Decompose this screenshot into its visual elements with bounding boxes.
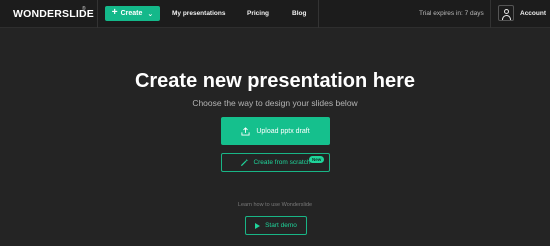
create-button-label: Create	[120, 10, 143, 17]
upload-icon	[241, 126, 250, 136]
page-title: Create new presentation here	[134, 70, 416, 92]
new-badge: New	[309, 156, 325, 163]
magic-wand-icon	[241, 158, 249, 167]
learn-how-text[interactable]: Learn how to use Wonderslide	[0, 202, 550, 208]
upload-pptx-button[interactable]: Upload pptx draft	[221, 117, 330, 145]
scratch-button-label: Create from scratch	[253, 159, 311, 166]
header-divider	[97, 0, 98, 28]
header-divider	[490, 0, 491, 28]
registered-mark: ®	[82, 6, 86, 12]
demo-button-label: Start demo	[265, 222, 297, 229]
page-subtitle: Choose the way to design your slides bel…	[192, 98, 358, 108]
nav-my-presentations[interactable]: My presentations	[172, 10, 225, 17]
account-link[interactable]: Account	[520, 10, 546, 17]
upload-button-label: Upload pptx draft	[256, 127, 310, 135]
trial-status: Trial expires in: 7 days	[419, 10, 484, 17]
plus-icon: +	[111, 7, 118, 18]
top-navbar: WONDERSLIDE ® + Create ⌄ My presentation…	[0, 0, 550, 28]
create-button[interactable]: + Create ⌄	[105, 6, 160, 21]
start-demo-button[interactable]: Start demo	[245, 216, 307, 235]
play-icon	[255, 222, 261, 229]
nav-blog[interactable]: Blog	[292, 10, 306, 17]
chevron-down-icon: ⌄	[147, 10, 154, 18]
header-divider	[318, 0, 319, 28]
nav-pricing[interactable]: Pricing	[247, 10, 269, 17]
account-icon[interactable]	[498, 5, 514, 21]
